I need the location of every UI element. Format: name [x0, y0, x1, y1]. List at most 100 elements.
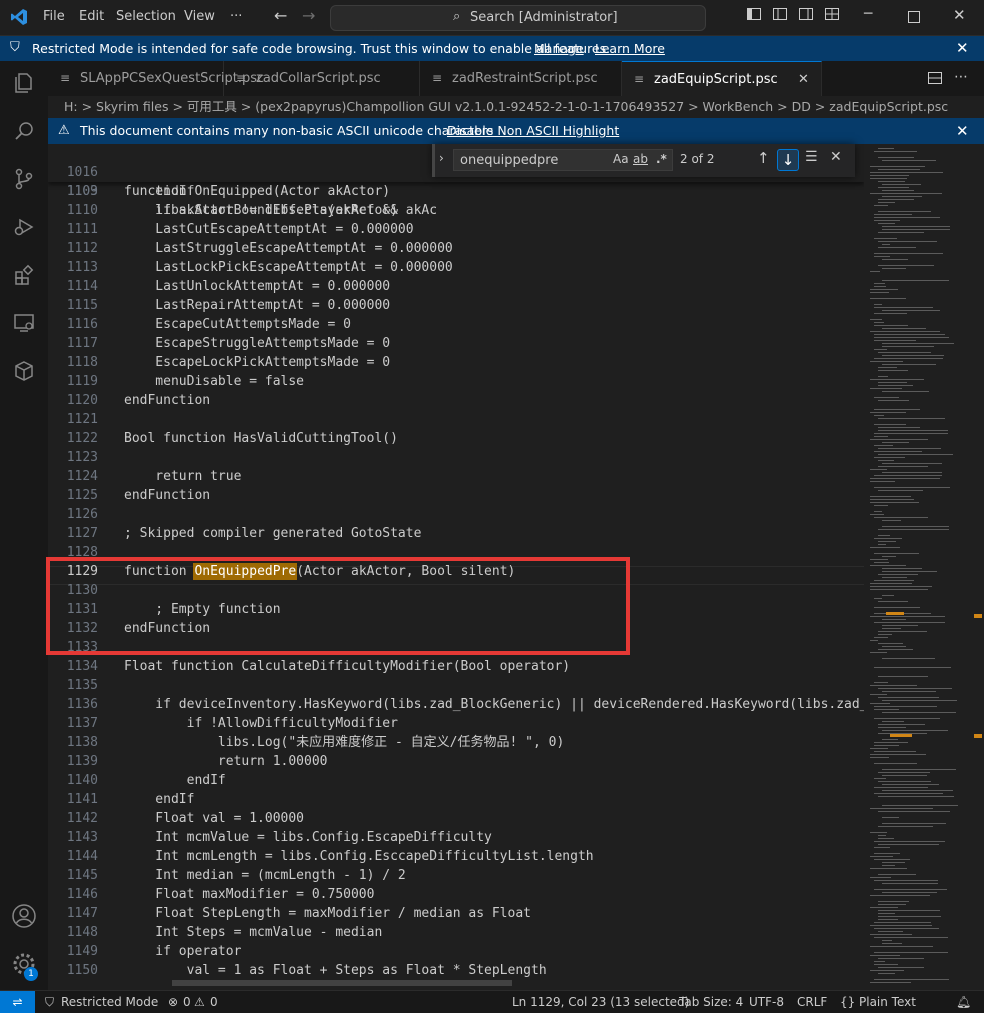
close-notice-icon[interactable]: ✕	[956, 118, 969, 144]
code-line[interactable]: 1124 return true	[48, 467, 864, 486]
code-line[interactable]: 1143 Int mcmValue = libs.Config.EscapeDi…	[48, 828, 864, 847]
line-ending[interactable]: CRLF	[797, 991, 827, 1013]
manage-link[interactable]: Manage	[534, 41, 584, 56]
line-number: 1112	[66, 241, 98, 256]
forward-arrow-icon[interactable]: →	[302, 6, 315, 25]
menu-view[interactable]: View	[184, 9, 215, 24]
menu-file[interactable]: File	[43, 9, 65, 24]
whole-word-toggle[interactable]: ab	[633, 152, 648, 166]
code-line[interactable]: 1118 EscapeLockPickAttemptsMade = 0	[48, 353, 864, 372]
warning-count[interactable]: 0	[210, 991, 218, 1013]
code-line[interactable]: 1115 LastRepairAttemptAt = 0.000000	[48, 296, 864, 315]
code-line[interactable]: 1150 val = 1 as Float + Steps as Float *…	[48, 961, 864, 980]
command-center-search[interactable]: ⌕ Search [Administrator]	[330, 5, 706, 31]
tab-zadrestraintscript[interactable]: ≡ zadRestraintScript.psc	[420, 61, 622, 96]
next-match-icon[interactable]: ↓	[777, 149, 799, 171]
error-icon[interactable]: ⊗	[168, 991, 178, 1013]
split-editor-icon[interactable]	[928, 71, 942, 89]
run-debug-icon[interactable]	[10, 215, 38, 243]
code-line[interactable]: 1113 LastLockPickEscapeAttemptAt = 0.000…	[48, 258, 864, 277]
account-icon[interactable]	[10, 903, 38, 931]
remote-explorer-icon[interactable]	[10, 311, 38, 339]
restricted-mode-status[interactable]: Restricted Mode	[61, 991, 158, 1013]
code-line[interactable]: 1120 endFunction	[48, 391, 864, 410]
code-line[interactable]: 1135	[48, 676, 864, 695]
toggle-sidebar-icon[interactable]	[744, 6, 764, 26]
error-count[interactable]: 0	[183, 991, 191, 1013]
menu-edit[interactable]: Edit	[79, 9, 104, 24]
code-line[interactable]: 1139 return 1.00000	[48, 752, 864, 771]
match-case-toggle[interactable]: Aa	[613, 152, 629, 166]
code-text: endFunction	[124, 393, 211, 408]
code-line[interactable]: 1136 if deviceInventory.HasKeyword(libs.…	[48, 695, 864, 714]
close-banner-icon[interactable]: ✕	[956, 39, 969, 57]
red-annotation-box	[46, 557, 630, 655]
toggle-replace-chevron-icon[interactable]: ›	[439, 151, 444, 165]
code-line[interactable]: 1117 EscapeStruggleAttemptsMade = 0	[48, 334, 864, 353]
code-line[interactable]: 1134 Float function CalculateDifficultyMo…	[48, 657, 864, 676]
code-line[interactable]: 1147 Float StepLength = maxModifier / me…	[48, 904, 864, 923]
line-number: 1135	[66, 678, 98, 693]
learn-more-link[interactable]: Learn More	[595, 41, 665, 56]
code-line[interactable]: 1123	[48, 448, 864, 467]
line-number: 1148	[66, 925, 98, 940]
code-line[interactable]: 1125 endFunction	[48, 486, 864, 505]
notifications-bell-icon[interactable]: 🔔︎	[956, 991, 971, 1013]
code-line[interactable]: 1126	[48, 505, 864, 524]
tab-size[interactable]: Tab Size: 4	[679, 991, 743, 1013]
code-line[interactable]: 1146 Float maxModifier = 0.750000	[48, 885, 864, 904]
minimap[interactable]	[864, 144, 972, 990]
close-find-icon[interactable]: ✕	[830, 149, 842, 165]
tab-zadcollarscript[interactable]: ≡ zadCollarScript.psc	[224, 61, 420, 96]
customize-layout-icon[interactable]	[822, 6, 842, 26]
code-line[interactable]: 1121	[48, 410, 864, 429]
code-line[interactable]: 1138 libs.Log("未应用难度修正 - 自定义/任务物品! ", 0)	[48, 733, 864, 752]
warning-status-icon[interactable]: ⚠	[194, 991, 205, 1013]
code-line[interactable]: 1140 endIf	[48, 771, 864, 790]
code-line[interactable]: 1122 Bool function HasValidCuttingTool()	[48, 429, 864, 448]
code-line[interactable]: 1148 Int Steps = mcmValue - median	[48, 923, 864, 942]
code-line[interactable]: 1142 Float val = 1.00000	[48, 809, 864, 828]
code-line[interactable]: 1149 if operator	[48, 942, 864, 961]
vertical-scrollbar[interactable]	[972, 144, 984, 990]
close-tab-icon[interactable]: ✕	[798, 62, 809, 97]
close-window-icon[interactable]: ✕	[953, 6, 966, 24]
search-view-icon[interactable]	[10, 119, 38, 147]
explorer-icon[interactable]	[10, 71, 38, 99]
code-line[interactable]: 1137 if !AllowDifficultyModifier	[48, 714, 864, 733]
menu-more[interactable]: ···	[230, 9, 242, 24]
cursor-position[interactable]: Ln 1129, Col 23 (13 selected)	[512, 991, 689, 1013]
toggle-panel-icon[interactable]	[770, 6, 790, 26]
code-line[interactable]: 1119 menuDisable = false	[48, 372, 864, 391]
code-line[interactable]: 1112 LastStruggleEscapeAttemptAt = 0.000…	[48, 239, 864, 258]
menu-selection[interactable]: Selection	[116, 9, 176, 24]
remote-indicator-icon[interactable]: ⇌	[0, 991, 35, 1013]
source-control-icon[interactable]	[10, 167, 38, 195]
regex-toggle[interactable]: .*	[656, 152, 667, 166]
tab-slapppcsexquestscript[interactable]: ≡ SLAppPCSexQuestScript.psc	[48, 61, 264, 96]
language-mode[interactable]: Plain Text	[859, 991, 916, 1013]
package-icon[interactable]	[10, 359, 38, 387]
extensions-icon[interactable]	[10, 263, 38, 291]
more-actions-icon[interactable]: ⋯	[954, 69, 968, 85]
breadcrumb-path[interactable]: H: > Skyrim files > 可用工具 > (pex2papyrus)…	[64, 96, 948, 118]
line-number: 1147	[66, 906, 98, 921]
back-arrow-icon[interactable]: ←	[274, 6, 287, 25]
toggle-secondary-sidebar-icon[interactable]	[796, 6, 816, 26]
code-line[interactable]: 1114 LastUnlockAttemptAt = 0.000000	[48, 277, 864, 296]
code-line[interactable]: 1144 Int mcmLength = libs.Config.Esccape…	[48, 847, 864, 866]
horizontal-scrollbar[interactable]	[172, 980, 512, 986]
find-in-selection-icon[interactable]: ☰	[805, 149, 818, 165]
code-line[interactable]: 1116 EscapeCutAttemptsMade = 0	[48, 315, 864, 334]
code-line[interactable]: 1111 LastCutEscapeAttemptAt = 0.000000	[48, 220, 864, 239]
minimize-icon[interactable]: ─	[864, 6, 872, 22]
previous-match-icon[interactable]: ↑	[757, 149, 770, 167]
encoding[interactable]: UTF-8	[749, 991, 784, 1013]
disable-highlight-link[interactable]: Disable Non ASCII Highlight	[447, 118, 619, 144]
code-line[interactable]: 1127 ; Skipped compiler generated GotoSta…	[48, 524, 864, 543]
code-line[interactable]: 1141 endIf	[48, 790, 864, 809]
tab-zadequipscript[interactable]: ≡ zadEquipScript.psc ✕	[622, 61, 822, 96]
code-text: Float maxModifier = 0.750000	[124, 887, 375, 902]
code-line[interactable]: 1145 Int median = (mcmLength - 1) / 2	[48, 866, 864, 885]
maximize-icon[interactable]	[908, 11, 920, 23]
